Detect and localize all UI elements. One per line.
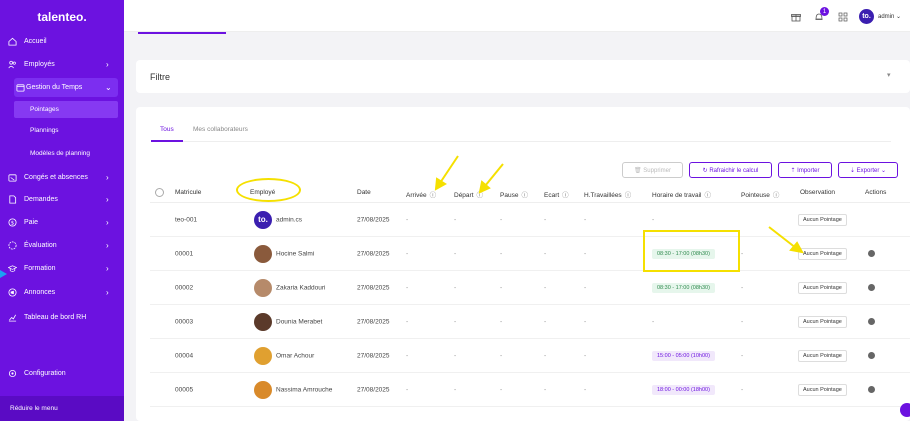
annotation-arrows (434, 155, 804, 254)
arrow-observation (768, 226, 797, 249)
arrow-depart (484, 163, 504, 187)
chat-bubble-button[interactable] (900, 403, 910, 417)
arrow-arrivee-head (434, 177, 447, 191)
arrow-arrivee (439, 155, 459, 184)
